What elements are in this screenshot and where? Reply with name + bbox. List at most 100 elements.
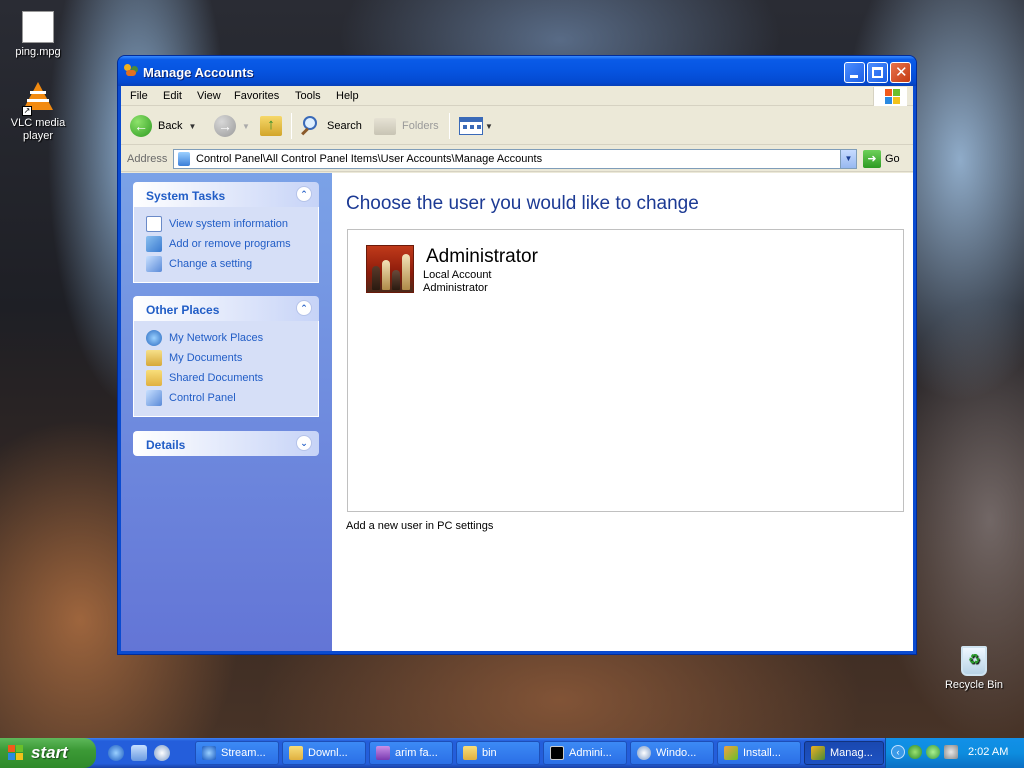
recycle-bin-icon	[961, 646, 987, 676]
back-button[interactable]: ← Back ▼	[130, 114, 196, 138]
add-user-link[interactable]: Add a new user in PC settings	[346, 520, 493, 532]
maximize-icon	[872, 67, 883, 78]
forward-arrow-icon: →	[214, 115, 236, 137]
volume-icon[interactable]	[944, 745, 958, 759]
browser-icon	[202, 746, 216, 760]
title-bar[interactable]: Manage Accounts ✕	[118, 56, 916, 86]
place-my-documents[interactable]: My Documents	[146, 348, 318, 368]
system-tasks-header[interactable]: System Tasks ⌃	[133, 182, 319, 207]
menu-edit[interactable]: Edit	[163, 90, 182, 102]
chevron-left-icon[interactable]: ‹	[891, 745, 905, 759]
manage-accounts-window: Manage Accounts ✕ File Edit View Favorit…	[117, 55, 917, 655]
task-pane: System Tasks ⌃ View system information A…	[121, 173, 332, 651]
taskbar-button-arim[interactable]: arim fa...	[369, 741, 453, 765]
task-add-remove-programs[interactable]: Add or remove programs	[146, 234, 318, 254]
chevron-down-icon[interactable]: ▼	[840, 150, 856, 168]
place-label: Shared Documents	[169, 372, 264, 384]
desktop-icon-recycle-bin[interactable]: Recycle Bin	[936, 646, 1012, 692]
go-arrow-icon: ➜	[863, 150, 881, 168]
taskbar-button-manage-accounts[interactable]: Manag...	[804, 741, 884, 765]
folders-icon	[374, 117, 396, 135]
installer-icon	[724, 746, 738, 760]
taskbar-button-label: Install...	[743, 747, 781, 759]
control-panel-icon	[178, 152, 190, 166]
task-label: View system information	[169, 218, 289, 230]
chevron-down-icon[interactable]: ⌄	[296, 435, 312, 451]
place-control-panel[interactable]: Control Panel	[146, 388, 318, 408]
taskbar-button-windows[interactable]: Windo...	[630, 741, 714, 765]
taskbar-button-label: Stream...	[221, 747, 266, 759]
taskbar-button-bin[interactable]: bin	[456, 741, 540, 765]
address-input[interactable]: Control Panel\All Control Panel Items\Us…	[173, 149, 857, 169]
chevron-up-icon[interactable]: ⌃	[296, 186, 312, 202]
menu-help[interactable]: Help	[336, 90, 359, 102]
menu-view[interactable]: View	[197, 90, 221, 102]
menu-tools[interactable]: Tools	[295, 90, 321, 102]
user-accounts-icon	[124, 64, 140, 78]
search-button[interactable]: Search	[301, 114, 362, 138]
place-shared-documents[interactable]: Shared Documents	[146, 368, 318, 388]
taskbar-button-downloads[interactable]: Downl...	[282, 741, 366, 765]
command-prompt-icon	[550, 746, 564, 760]
shield-icon[interactable]	[926, 745, 940, 759]
start-button[interactable]: start	[0, 738, 96, 768]
other-places-panel: Other Places ⌃ My Network Places My Docu…	[133, 296, 319, 417]
other-places-header[interactable]: Other Places ⌃	[133, 296, 319, 321]
show-desktop-icon[interactable]	[131, 745, 147, 761]
desktop-icon-label: VLC media player	[10, 117, 66, 142]
desktop-icon-vlc[interactable]: ↗ VLC media player	[0, 80, 76, 143]
go-button[interactable]: ➜ Go	[863, 150, 900, 168]
add-remove-programs-icon	[146, 236, 162, 252]
details-panel: Details ⌄	[133, 431, 319, 456]
desktop-icon-label: ping.mpg	[15, 46, 61, 58]
start-label: start	[31, 743, 68, 762]
panel-title: System Tasks	[146, 189, 226, 203]
network-places-icon	[146, 330, 162, 346]
account-tile-administrator[interactable]: Administrator Local Account Administrato…	[366, 245, 586, 297]
folder-icon	[289, 746, 303, 760]
views-button[interactable]: ▼	[459, 114, 493, 138]
taskbar-button-install[interactable]: Install...	[717, 741, 801, 765]
place-my-network-places[interactable]: My Network Places	[146, 328, 318, 348]
taskbar-button-stream[interactable]: Stream...	[195, 741, 279, 765]
toolbar-separator	[449, 113, 450, 139]
address-value: Control Panel\All Control Panel Items\Us…	[196, 153, 543, 165]
internet-explorer-icon[interactable]	[108, 745, 124, 761]
avatar	[366, 245, 414, 293]
account-type: Local Account	[423, 269, 492, 281]
folder-icon	[146, 370, 162, 386]
task-view-system-information[interactable]: View system information	[146, 214, 318, 234]
folders-button[interactable]: Folders	[374, 114, 439, 138]
forward-button[interactable]: → ▼	[214, 114, 250, 138]
archive-icon	[376, 746, 390, 760]
close-icon: ✕	[895, 64, 908, 81]
close-button[interactable]: ✕	[890, 62, 911, 83]
chevron-up-icon[interactable]: ⌃	[296, 300, 312, 316]
place-label: My Network Places	[169, 332, 264, 344]
minimize-icon	[850, 75, 858, 78]
details-header[interactable]: Details ⌄	[133, 431, 319, 456]
media-player-icon[interactable]	[154, 745, 170, 761]
task-label: Add or remove programs	[169, 238, 291, 250]
folder-icon	[463, 746, 477, 760]
chevron-down-icon[interactable]: ▼	[242, 122, 250, 131]
toolbar: ← Back ▼ → ▼ ↑ Search Folders ▼	[121, 107, 913, 145]
user-accounts-icon	[811, 746, 825, 760]
desktop-icon-ping-mpg[interactable]: ping.mpg	[0, 11, 76, 59]
menu-favorites[interactable]: Favorites	[234, 90, 279, 102]
video-file-icon	[22, 11, 54, 43]
chevron-down-icon[interactable]: ▼	[188, 122, 196, 131]
network-icon[interactable]	[908, 745, 922, 759]
menu-file[interactable]: File	[130, 90, 148, 102]
chevron-down-icon[interactable]: ▼	[485, 122, 493, 131]
account-group: Administrator	[423, 282, 488, 294]
window-title: Manage Accounts	[143, 65, 254, 80]
views-icon	[459, 117, 483, 135]
back-arrow-icon: ←	[130, 115, 152, 137]
taskbar-button-label: arim fa...	[395, 747, 438, 759]
taskbar-button-admin-cmd[interactable]: Admini...	[543, 741, 627, 765]
maximize-button[interactable]	[867, 62, 888, 83]
minimize-button[interactable]	[844, 62, 865, 83]
task-change-setting[interactable]: Change a setting	[146, 254, 318, 274]
up-folder-button[interactable]: ↑	[260, 114, 282, 138]
